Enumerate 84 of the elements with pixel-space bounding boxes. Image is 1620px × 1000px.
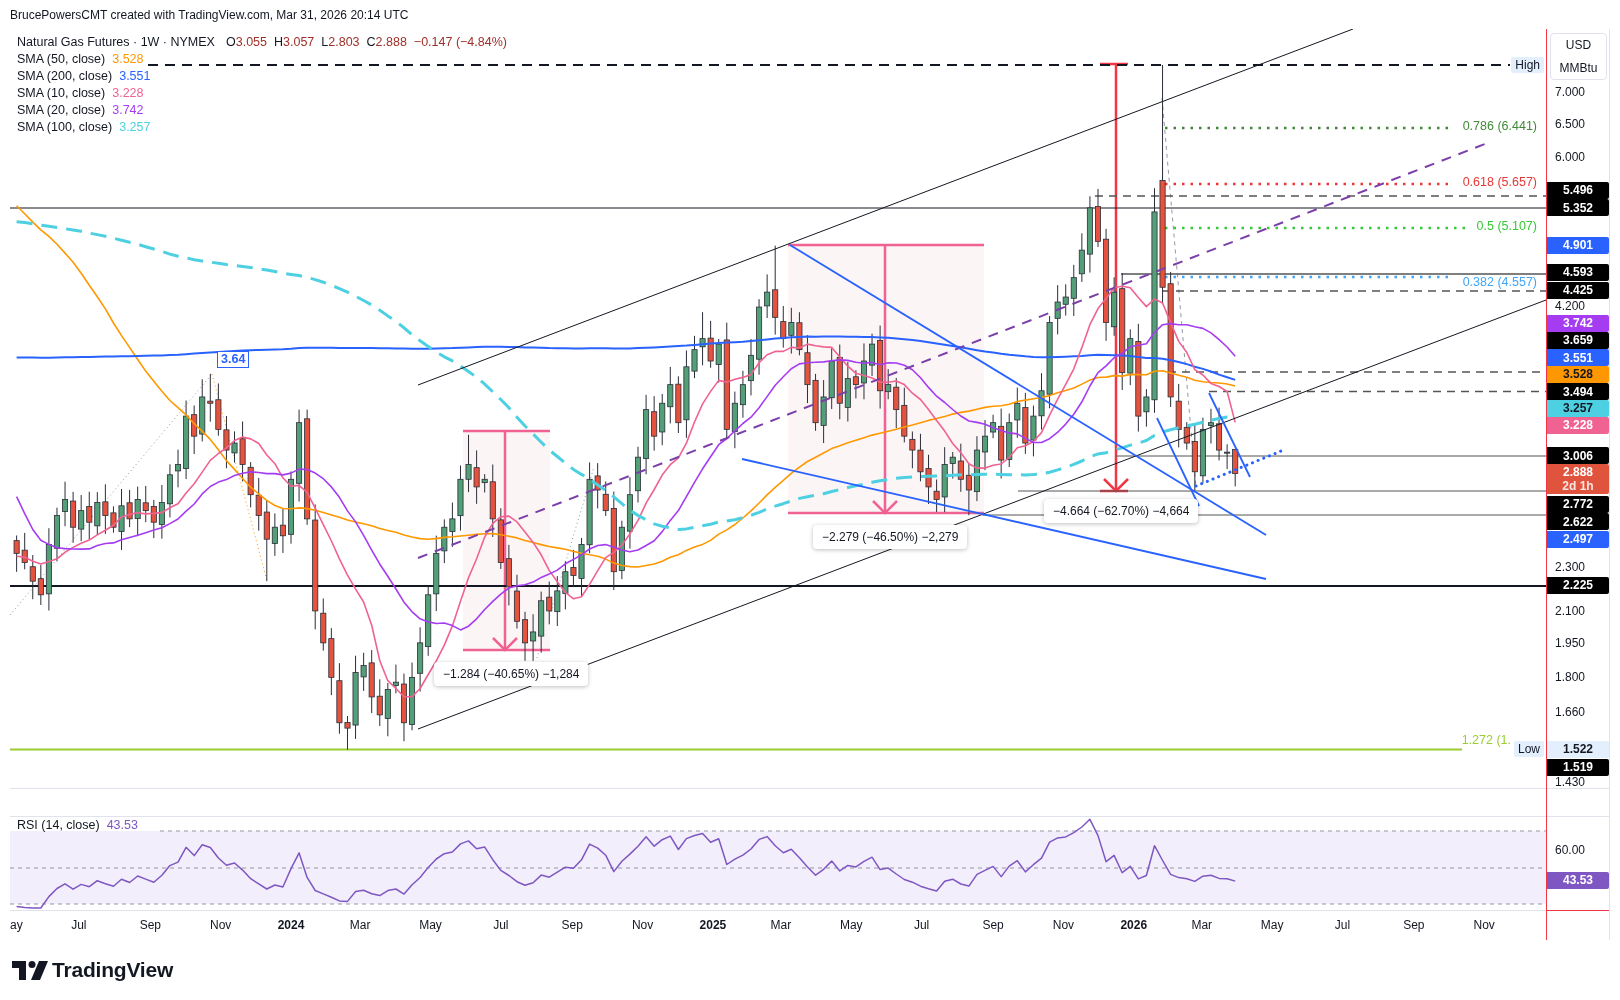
indicator-value: 3.528 (112, 51, 144, 66)
price-value: 2.888 (1563, 464, 1593, 479)
time-label: May (839, 918, 863, 932)
indicator-value: 3.257 (119, 119, 151, 134)
time-label: Jul (71, 918, 87, 932)
rsi-badge: 43.53 (1547, 871, 1609, 889)
fib-label: 0.618 (5.657) (1462, 175, 1537, 189)
countdown-text: 2d 1h (1562, 478, 1594, 493)
indicator-value: 3.228 (112, 85, 144, 100)
price-badge: 4.593 (1547, 263, 1609, 281)
time-label: Mar (770, 918, 792, 932)
indicator-name: SMA (50, close) (17, 51, 106, 66)
time-label: 2025 (699, 918, 727, 932)
time-label: ay (10, 918, 23, 932)
indicator-value: 3.551 (119, 68, 151, 83)
time-label: 2024 (277, 918, 305, 932)
indicator-name: SMA (200, close) (17, 68, 113, 83)
price-badge: 3.006 (1547, 447, 1609, 465)
indicator-value: 3.742 (112, 102, 144, 117)
price-badge: 2.225 (1547, 576, 1609, 594)
low-tag: Low (1514, 741, 1544, 757)
time-label: Nov (210, 918, 232, 932)
logo-icon (12, 960, 48, 980)
ohlc-value: C2.888 (366, 34, 407, 49)
time-label: May (419, 918, 442, 932)
indicator-name: SMA (10, close) (17, 85, 106, 100)
time-label: Jul (1334, 918, 1351, 932)
price-callout: 3.64 (217, 351, 250, 368)
measure-label: −1.284 (−40.65%) −1,284 (434, 662, 589, 686)
price-tick: 2.300 (1555, 560, 1586, 574)
time-label: Sep (1403, 918, 1425, 932)
price-tick: 1.430 (1555, 775, 1586, 789)
attribution-text: BrucePowersCMT created with TradingView.com, Mar 31, 2026 20:14 UTC (10, 7, 409, 22)
time-label: 2026 (1120, 918, 1148, 932)
price-tick: 7.000 (1555, 85, 1586, 99)
indicator-name: SMA (100, close) (17, 119, 113, 134)
time-label: Jul (493, 918, 509, 932)
price-badge: 4.901 (1547, 236, 1609, 254)
time-label: Jul (913, 918, 930, 932)
indicator-value: 43.53 (106, 818, 138, 833)
price-tick: 2.100 (1555, 604, 1586, 618)
price-badge: 1.522 (1547, 740, 1609, 758)
price-badge: 4.425 (1547, 281, 1609, 299)
symbol-title: Natural Gas Futures · 1W · NYMEX (17, 34, 215, 49)
price-tick: 6.000 (1555, 150, 1586, 164)
logo-text: TradingView (52, 958, 174, 982)
ohlc-value: L2.803 (321, 34, 360, 49)
price-badge: 3.551 (1547, 349, 1609, 366)
time-label: Nov (1052, 918, 1075, 932)
fib-label: 0.5 (5.107) (1476, 219, 1537, 233)
high-tag: High (1511, 57, 1544, 73)
rsi-tick: 60.00 (1555, 843, 1586, 857)
time-label: Mar (349, 918, 371, 932)
measure-label: −2.279 (−46.50%) −2,279 (813, 525, 968, 549)
time-label: Sep (561, 918, 583, 932)
measure-label: −4.664 (−62.70%) −4,664 (1044, 499, 1199, 523)
fib-label: 0.382 (4.557) (1462, 275, 1537, 289)
price-tick: 1.660 (1555, 705, 1586, 719)
price-badge: 2.622 (1547, 513, 1609, 531)
price-badge: 2.497 (1547, 530, 1609, 548)
indicator-name: SMA (20, close) (17, 102, 106, 117)
price-badge: 2.772 (1547, 495, 1609, 513)
time-label: Mar (1191, 918, 1213, 932)
price-change: −0.147 (−4.84%) (413, 34, 507, 49)
price-badge: 5.496 (1547, 181, 1609, 199)
price-badge: 1.519 (1547, 758, 1609, 776)
price-badge: 5.352 (1547, 199, 1609, 216)
price-tick: 1.800 (1555, 670, 1586, 684)
ohlc-value: H3.057 (274, 34, 315, 49)
price-tick: 1.950 (1555, 636, 1586, 650)
time-label: May (1260, 918, 1284, 932)
fib-label: 0.786 (6.441) (1462, 119, 1537, 133)
currency-unit-button[interactable]: USD MMBtu (1550, 33, 1607, 80)
indicator-name: RSI (14, close) (17, 818, 100, 833)
price-tick: 6.500 (1555, 117, 1586, 131)
time-label: Nov (631, 918, 654, 932)
time-label: Sep (982, 918, 1004, 932)
price-badge: 3.742 (1547, 314, 1609, 332)
time-label: Nov (1473, 918, 1495, 932)
ohlc-value: O3.055 (225, 34, 267, 49)
price-badge: 3.494 (1547, 383, 1609, 400)
fib-label: 1.272 (1. (1461, 733, 1511, 747)
price-tick: 4.200 (1555, 299, 1586, 313)
time-label: Sep (139, 918, 161, 932)
